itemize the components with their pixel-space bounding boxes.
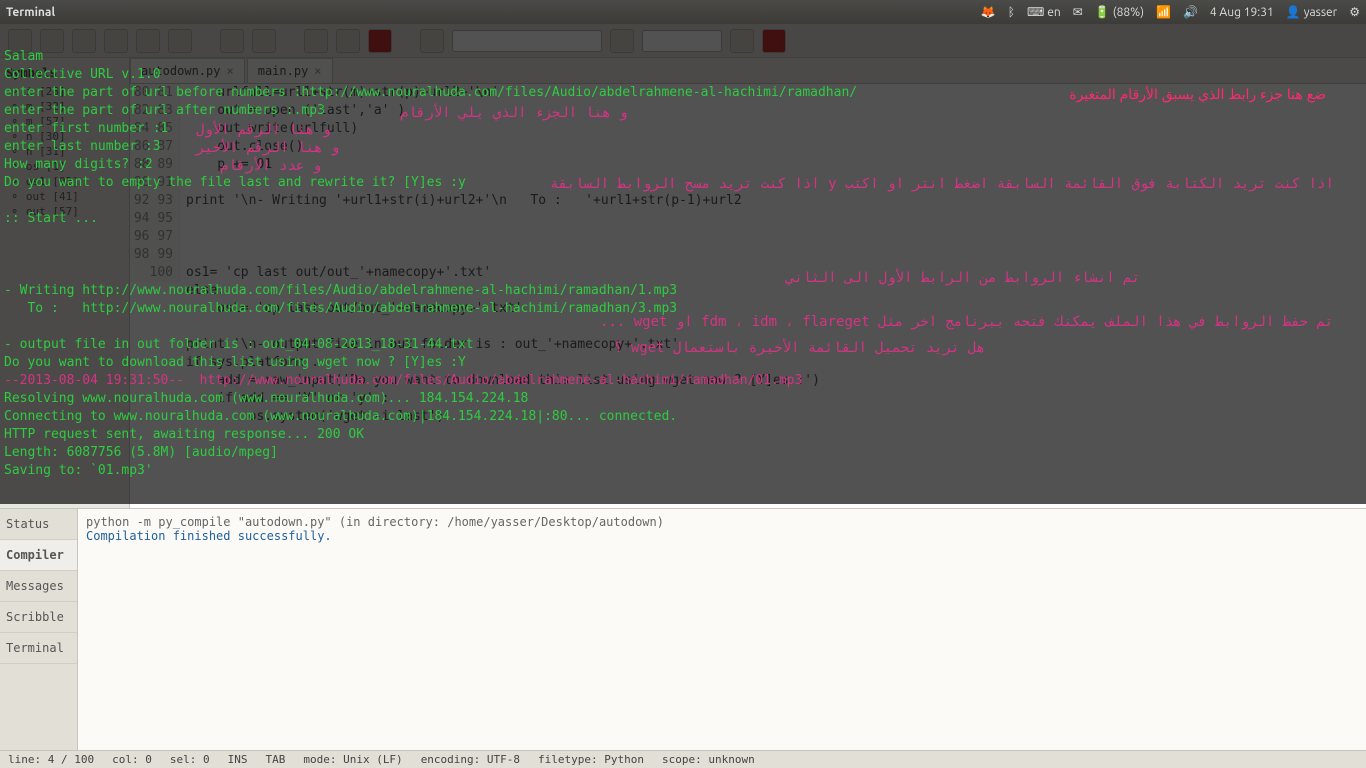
tab-status[interactable]: Status <box>0 509 77 540</box>
terminal-line <box>4 192 1362 210</box>
status-mode: mode: Unix (LF) <box>303 753 402 766</box>
annotation-8: تم حفظ الروابط في هذا الملف يمكنك فتحه ب… <box>600 314 1333 330</box>
clock[interactable]: 4 Aug 19:31 <box>1210 6 1274 19</box>
terminal-line <box>4 246 1362 264</box>
terminal-line: HTTP request sent, awaiting response... … <box>4 426 1362 444</box>
status-ins: INS <box>228 753 248 766</box>
terminal-line <box>4 228 1362 246</box>
status-filetype: filetype: Python <box>538 753 644 766</box>
keyboard-lang-indicator[interactable]: ⌨ en <box>1027 5 1061 19</box>
compiler-command: python -m py_compile "autodown.py" (in d… <box>86 515 1358 529</box>
editor-statusbar: line: 4 / 100 col: 0 sel: 0 INS TAB mode… <box>0 750 1366 768</box>
terminal-line: Connecting to www.nouralhuda.com (www.no… <box>4 408 1362 426</box>
compiler-result: Compilation finished successfully. <box>86 529 1358 543</box>
top-panel: Terminal 🦊 ᛒ ⌨ en ✉ 🔋 (88%) 📶 🔊 4 Aug 19… <box>0 0 1366 24</box>
annotation-2: و هنا الجزء الذي يلي الأرقام <box>400 105 628 121</box>
terminal-line: Salam <box>4 48 1362 66</box>
status-encoding: encoding: UTF-8 <box>421 753 520 766</box>
annotation-3: و هنا الرقم الأول <box>196 122 331 138</box>
annotation-6: اذا كنت تريد الكتابة فوق القائمة السابقة… <box>550 176 1334 192</box>
tab-compiler[interactable]: Compiler <box>0 540 77 571</box>
volume-icon[interactable]: 🔊 <box>1183 5 1198 19</box>
terminal-line: enter the part of url after numbers :.mp… <box>4 102 1362 120</box>
terminal-line: Do you want to download this list using … <box>4 354 1362 372</box>
terminal-line: Collective URL v.1.0 <box>4 66 1362 84</box>
tab-terminal[interactable]: Terminal <box>0 633 77 664</box>
terminal-line: Saving to: `01.mp3' <box>4 462 1362 480</box>
annotation-1: ضع هنا جزء رابط الذي يسبق الأرقام المتغي… <box>1069 86 1326 103</box>
status-col: col: 0 <box>112 753 152 766</box>
compiler-output: python -m py_compile "autodown.py" (in d… <box>78 509 1366 750</box>
terminal-line: - Writing http://www.nouralhuda.com/file… <box>4 282 1362 300</box>
terminal-line: How many digits? :2 <box>4 156 1362 174</box>
status-line: line: 4 / 100 <box>8 753 94 766</box>
status-tab: TAB <box>265 753 285 766</box>
network-icon[interactable]: 📶 <box>1156 5 1171 19</box>
terminal-line: Resolving www.nouralhuda.com (www.noural… <box>4 390 1362 408</box>
terminal-line: :: Start ... <box>4 210 1362 228</box>
annotation-5: و عدد الأرقام <box>220 158 321 174</box>
user-menu[interactable]: 👤 yasser <box>1286 5 1337 19</box>
annotation-7: تم انشاء الروابط من الرابط الأول الى الث… <box>786 270 1140 286</box>
annotation-9: هل تريد تحميل القائمة الأخيرة باستعمال w… <box>614 340 985 356</box>
terminal-line: Length: 6087756 (5.8M) [audio/mpeg] <box>4 444 1362 462</box>
terminal-line <box>4 264 1362 282</box>
status-sel: sel: 0 <box>170 753 210 766</box>
firefox-icon[interactable]: 🦊 <box>981 5 996 19</box>
status-scope: scope: unknown <box>662 753 755 766</box>
gear-icon[interactable]: ⚙ <box>1349 5 1360 19</box>
mail-icon[interactable]: ✉ <box>1073 5 1083 19</box>
editor-bottom-panel: Status Compiler Messages Scribble Termin… <box>0 508 1366 750</box>
tab-messages[interactable]: Messages <box>0 571 77 602</box>
terminal-line <box>4 480 1362 498</box>
annotation-4: و هنا الرقم الأخير <box>196 140 339 156</box>
system-tray: 🦊 ᛒ ⌨ en ✉ 🔋 (88%) 📶 🔊 4 Aug 19:31 👤 yas… <box>981 5 1360 19</box>
bottom-tabs: Status Compiler Messages Scribble Termin… <box>0 509 78 750</box>
tab-scribble[interactable]: Scribble <box>0 602 77 633</box>
battery-indicator[interactable]: 🔋 (88%) <box>1095 5 1144 19</box>
bluetooth-icon[interactable]: ᛒ <box>1008 6 1015 19</box>
window-title: Terminal <box>6 6 55 19</box>
terminal-line: --2013-08-04 19:31:50-- http://www.noura… <box>4 372 1362 390</box>
